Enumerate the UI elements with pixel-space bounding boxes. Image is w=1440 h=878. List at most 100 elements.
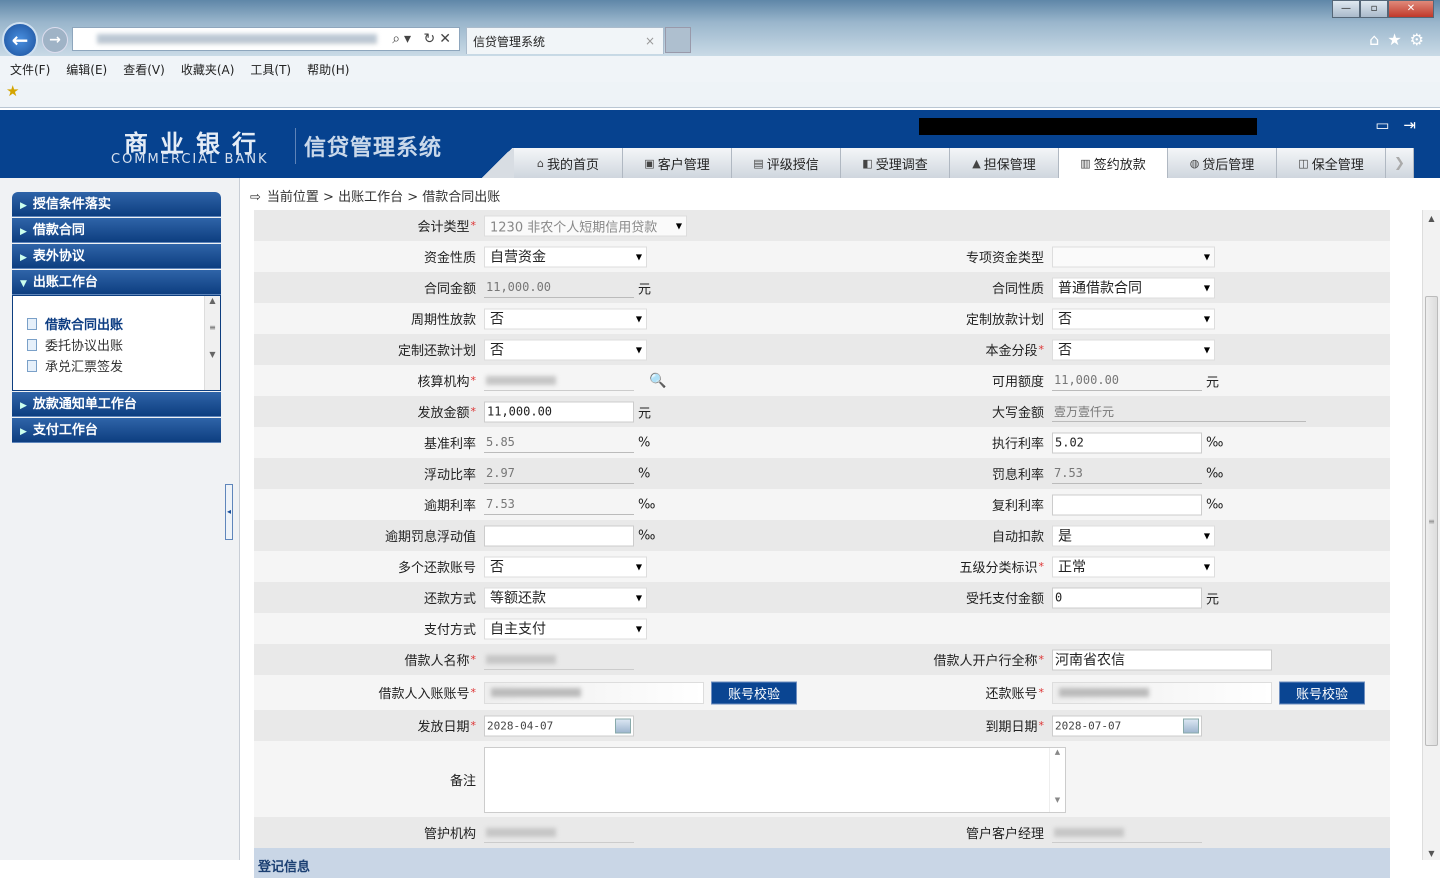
text-input[interactable] xyxy=(484,525,634,546)
date-input[interactable]: 2028-04-07 xyxy=(484,715,634,736)
redacted-bar xyxy=(919,118,1257,135)
menu-item[interactable]: 帮助(H) xyxy=(307,61,349,78)
field-label: 执行利率 xyxy=(992,427,1044,458)
nav-scroll-right-icon[interactable]: ❯ xyxy=(1386,148,1414,178)
redacted-input[interactable] xyxy=(484,681,704,704)
new-tab-button[interactable] xyxy=(665,27,691,53)
sidebar-item[interactable]: 委托协议出账 xyxy=(27,335,123,354)
select-field[interactable]: 否 ▼ xyxy=(484,308,647,329)
main-nav: ⌂ 我的首页 ▣ 客户管理 ▤ 评级授信 ◧ 受理调查 ▲ 担保管理 ▥ 签约放款 ◍ 贷后管理 ◫ 保全管理… xyxy=(480,148,1414,178)
select-value: 正常 xyxy=(1058,559,1086,576)
logout-icon[interactable]: ⇥ xyxy=(1403,116,1430,134)
form-row: 支付方式 自主支付 ▼ xyxy=(254,613,1390,644)
unit-label: ‰ xyxy=(1206,466,1224,481)
home-icon: ⌂ xyxy=(537,156,544,170)
field-label-text: 罚息利率 xyxy=(991,468,1044,483)
sidebar-group[interactable]: ▶ 支付工作台 xyxy=(12,418,221,443)
select-field[interactable]: 否 ▼ xyxy=(484,339,647,360)
redacted-field xyxy=(484,371,634,391)
contract-icon: ▥ xyxy=(1080,156,1091,170)
monitor-icon[interactable]: ▭ xyxy=(1375,116,1403,134)
sidebar-group[interactable]: ▶ 借款合同 xyxy=(12,218,221,243)
field-label: 五级分类标识 * xyxy=(959,551,1044,582)
text-input[interactable] xyxy=(1052,494,1202,515)
date-value: 2028-04-07 xyxy=(487,719,554,732)
menu-item[interactable]: 工具(T) xyxy=(250,61,291,78)
sidebar-group[interactable]: ▶ 授信条件落实 xyxy=(12,192,221,217)
nav-tab[interactable]: ▥ 签约放款 xyxy=(1059,148,1168,178)
maximize-button[interactable]: ▫ xyxy=(1360,0,1388,18)
readonly-field: 5.85 xyxy=(484,433,634,453)
address-tools-icon[interactable]: ⌕▾ ↻✕ xyxy=(392,31,455,47)
textarea-scrollbar[interactable]: ▲ ▼ xyxy=(1049,748,1065,812)
nav-tab[interactable]: ⌂ 我的首页 xyxy=(514,148,623,178)
caret-right-icon: ▶ xyxy=(20,227,27,237)
field-label: 备注 xyxy=(450,741,476,817)
favorites-star-icon[interactable]: ★ xyxy=(6,82,19,100)
nav-tab[interactable]: ◍ 贷后管理 xyxy=(1168,148,1277,178)
sidebar-item[interactable]: 承兑汇票签发 xyxy=(27,356,123,375)
address-bar[interactable]: ⌕▾ ↻✕ xyxy=(72,27,460,51)
menu-item[interactable]: 文件(F) xyxy=(10,61,50,78)
sidebar-group[interactable]: ▶ 放款通知单工作台 xyxy=(12,392,221,417)
redacted-field xyxy=(484,650,634,670)
date-input[interactable]: 2028-07-07 xyxy=(1052,715,1202,736)
sidebar-group[interactable]: ▼ 出账工作台 xyxy=(12,270,221,295)
browser-tools-icons[interactable]: ⌂★⚙ xyxy=(1369,30,1432,49)
sidebar-item[interactable]: 借款合同出账 xyxy=(27,314,123,333)
text-input[interactable]: 5.02 xyxy=(1052,432,1202,453)
close-window-button[interactable]: ✕ xyxy=(1388,0,1434,18)
text-input[interactable]: 0 xyxy=(1052,587,1202,608)
search-icon[interactable]: 🔍 xyxy=(649,373,666,389)
verify-account-button[interactable]: 账号校验 xyxy=(1279,681,1365,704)
dropdown-arrow-icon: ▼ xyxy=(1203,252,1210,261)
location-icon: ⇨ xyxy=(250,190,261,205)
sidebar-group[interactable]: ▶ 表外协议 xyxy=(12,244,221,269)
select-field[interactable]: 普通借款合同 ▼ xyxy=(1052,277,1215,298)
sidebar-item-label: 委托协议出账 xyxy=(45,339,124,354)
required-marker: * xyxy=(470,719,477,732)
select-field[interactable]: 否 ▼ xyxy=(1052,308,1215,329)
field-label: 受托支付金额 xyxy=(966,582,1044,613)
select-field[interactable]: 正常 ▼ xyxy=(1052,556,1215,577)
select-field[interactable]: 自主支付 ▼ xyxy=(484,618,647,639)
select-field[interactable]: 等额还款 ▼ xyxy=(484,587,647,608)
select-field[interactable]: 否 ▼ xyxy=(484,556,647,577)
browser-tab[interactable]: 信贷管理系统 × xyxy=(466,27,664,54)
nav-tab[interactable]: ◫ 保全管理 xyxy=(1277,148,1386,178)
collapse-sidebar-handle[interactable]: ◂ xyxy=(225,484,233,540)
select-field[interactable]: 是 ▼ xyxy=(1052,525,1215,546)
field-label-text: 资金性质 xyxy=(423,251,476,266)
vertical-scrollbar[interactable]: ▲ ≡ ▼ xyxy=(1422,210,1440,860)
nav-tab[interactable]: ▣ 客户管理 xyxy=(623,148,732,178)
calendar-icon[interactable] xyxy=(615,718,631,733)
select-field[interactable]: 1230 非农个人短期信用贷款 ▼ xyxy=(484,215,687,236)
field-label: 浮动比率 xyxy=(424,458,476,489)
menu-item[interactable]: 编辑(E) xyxy=(66,61,107,78)
nav-tab[interactable]: ▲ 担保管理 xyxy=(950,148,1059,178)
document-icon xyxy=(27,318,37,330)
text-input[interactable]: 11,000.00 xyxy=(484,401,634,422)
select-field[interactable]: 自营资金 ▼ xyxy=(484,246,647,267)
nav-tab[interactable]: ▤ 评级授信 xyxy=(732,148,841,178)
field-label-text: 发放金额 xyxy=(417,406,470,421)
remarks-textarea[interactable]: ▲ ▼ xyxy=(484,747,1066,813)
forward-button[interactable]: → xyxy=(42,27,68,53)
field-label-text: 借款人名称 xyxy=(404,654,470,669)
text-input[interactable]: 河南省农信 xyxy=(1052,649,1272,670)
required-marker: * xyxy=(470,219,477,232)
minimize-button[interactable]: — xyxy=(1332,0,1360,18)
submenu-scrollbar[interactable]: ▲ ≡ ▼ xyxy=(204,296,220,390)
menu-item[interactable]: 收藏夹(A) xyxy=(181,61,235,78)
close-tab-icon[interactable]: × xyxy=(645,34,655,48)
dropdown-arrow-icon: ▼ xyxy=(675,221,682,230)
select-field[interactable]: 否 ▼ xyxy=(1052,339,1215,360)
verify-account-button[interactable]: 账号校验 xyxy=(711,681,797,704)
field-label: 还款账号 * xyxy=(985,675,1044,710)
menu-item[interactable]: 查看(V) xyxy=(123,61,165,78)
back-button[interactable]: ← xyxy=(2,22,38,58)
redacted-input[interactable] xyxy=(1052,681,1272,704)
calendar-icon[interactable] xyxy=(1183,718,1199,733)
nav-tab[interactable]: ◧ 受理调查 xyxy=(841,148,950,178)
select-field[interactable]: ▼ xyxy=(1052,246,1215,267)
